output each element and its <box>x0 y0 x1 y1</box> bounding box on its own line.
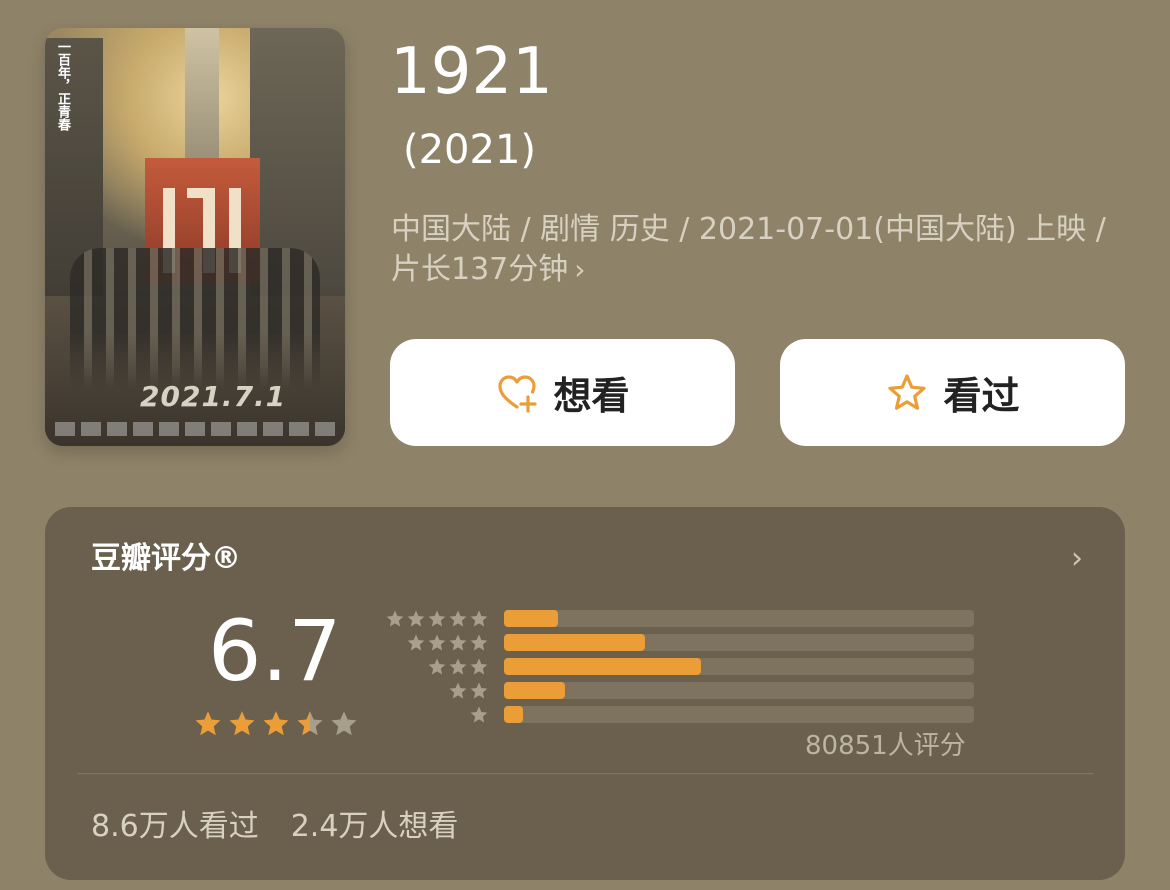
rating-bar-fill <box>504 658 702 675</box>
star-icon <box>195 711 221 736</box>
rating-bar-track <box>504 682 974 699</box>
movie-meta[interactable]: 中国大陆 / 剧情 历史 / 2021-07-01(中国大陆) 上映 / 片长1… <box>391 210 1131 290</box>
want-count: 2.4万人想看 <box>290 809 459 844</box>
rating-bar-fill <box>504 682 566 699</box>
seen-label: 看过 <box>943 374 1020 418</box>
want-button[interactable]: 想看 <box>390 339 735 446</box>
row-stars <box>383 657 489 677</box>
rating-bar-fill <box>504 634 645 651</box>
chevron-right-icon: › <box>574 253 586 286</box>
movie-poster[interactable]: 一百年，正青春 2021.7.1 <box>45 28 345 446</box>
rating-distribution <box>383 607 974 727</box>
movie-year: (2021) <box>403 127 537 173</box>
star-icon <box>449 634 467 651</box>
movie-meta-text: 中国大陆 / 剧情 历史 / 2021-07-01(中国大陆) 上映 / 片长1… <box>391 212 1106 287</box>
row-stars <box>383 681 489 701</box>
star-icon <box>470 682 488 699</box>
star-icon <box>263 711 289 736</box>
want-label: 想看 <box>553 374 630 418</box>
rating-card[interactable]: 豆瓣评分® › 6.7 80851人评分 8.6万人看过 2.4万人想看 <box>45 507 1125 880</box>
rating-title: 豆瓣评分® <box>91 541 241 576</box>
rating-bar-track <box>504 610 974 627</box>
rating-row-1-star <box>383 703 974 727</box>
star-icon <box>331 711 357 736</box>
seen-count: 8.6万人看过 <box>91 809 259 844</box>
chevron-right-icon[interactable]: › <box>1071 541 1083 576</box>
star-icon <box>470 634 488 651</box>
star-icon <box>470 610 488 627</box>
star-icon <box>470 658 488 675</box>
star-icon <box>449 682 467 699</box>
poster-vertical-text: 一百年，正青春 <box>55 40 70 131</box>
star-icon <box>449 658 467 675</box>
rating-stars <box>193 709 359 739</box>
star-icon <box>407 610 425 627</box>
rating-bar-track <box>504 658 974 675</box>
watch-stats: 8.6万人看过 2.4万人想看 <box>91 801 458 845</box>
rating-bar-fill <box>504 610 559 627</box>
heart-plus-icon <box>498 374 538 413</box>
star-icon <box>428 634 446 651</box>
star-icon <box>428 610 446 627</box>
star-outline-icon <box>888 373 927 410</box>
movie-detail-page: 一百年，正青春 2021.7.1 1921 (2021) 中国大陆 / 剧情 历… <box>0 0 1170 890</box>
star-icon <box>470 706 488 723</box>
star-icon <box>386 610 404 627</box>
star-icon <box>407 634 425 651</box>
star-icon <box>229 711 255 736</box>
rating-count: 80851人评分 <box>805 731 966 761</box>
movie-title: 1921 <box>390 35 553 109</box>
rating-bar-track <box>504 634 974 651</box>
poster-credits <box>55 422 335 436</box>
rating-bar-fill <box>504 706 523 723</box>
star-icon <box>449 610 467 627</box>
row-stars <box>383 705 489 725</box>
rating-row-3-star <box>383 655 974 679</box>
poster-date: 2021.7.1 <box>140 380 287 413</box>
rating-bar-track <box>504 706 974 723</box>
row-stars <box>383 609 489 629</box>
seen-button[interactable]: 看过 <box>780 339 1125 446</box>
star-icon <box>297 711 323 736</box>
row-stars <box>383 633 489 653</box>
rating-row-2-star <box>383 679 974 703</box>
star-icon <box>428 658 446 675</box>
rating-row-4-star <box>383 631 974 655</box>
poster-crowd <box>70 248 320 388</box>
divider <box>77 773 1093 775</box>
rating-row-5-star <box>383 607 974 631</box>
rating-score: 6.7 <box>208 602 342 700</box>
